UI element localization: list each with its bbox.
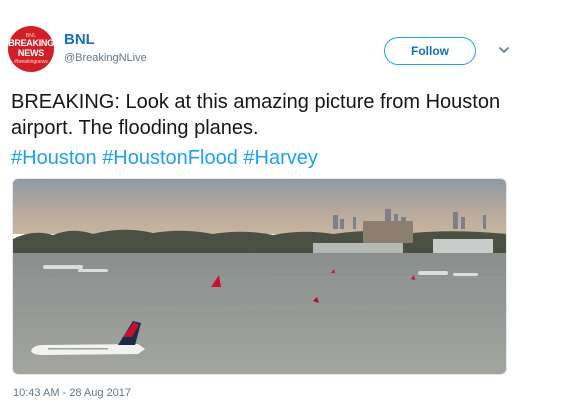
- chevron-down-icon[interactable]: [494, 40, 514, 60]
- tweet-card: BNL BREAKING NEWS #breakingnews BNL @Bre…: [0, 0, 567, 414]
- tweet-text: BREAKING: Look at this amazing picture f…: [11, 91, 501, 139]
- avatar-line1: BREAKING: [8, 37, 54, 48]
- tweet-timestamp[interactable]: 10:43 AM - 28 Aug 2017: [13, 387, 131, 399]
- tweet-photo[interactable]: [12, 178, 507, 375]
- account-name[interactable]: BNL: [64, 31, 95, 48]
- hashtag-houston[interactable]: #Houston: [11, 147, 97, 169]
- avatar-line2: NEWS: [17, 47, 45, 58]
- hashtag-harvey[interactable]: #Harvey: [243, 147, 317, 169]
- flooded-airport-photo: [13, 179, 506, 374]
- hashtag-houstonflood[interactable]: #HoustonFlood: [102, 147, 238, 169]
- hashtag-row: #Houston #HoustonFlood #Harvey: [11, 145, 318, 171]
- avatar-tag: #breakingnews: [14, 58, 48, 65]
- avatar[interactable]: BNL BREAKING NEWS #breakingnews: [8, 26, 54, 72]
- follow-button[interactable]: Follow: [384, 37, 476, 65]
- account-handle[interactable]: @BreakingNLive: [64, 52, 147, 64]
